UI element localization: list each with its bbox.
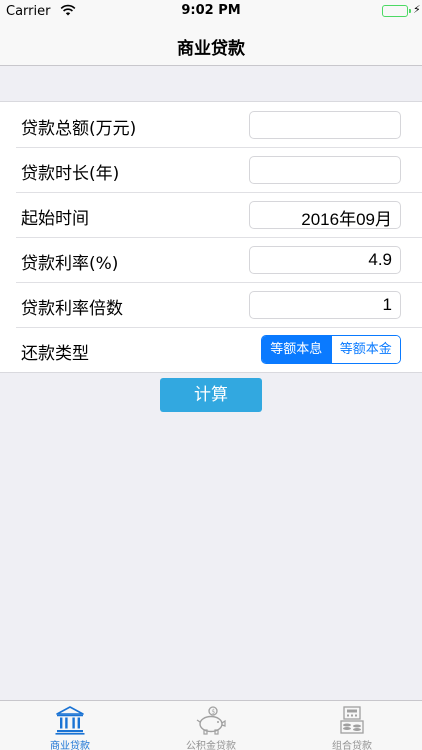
tab-combined-loan[interactable]: 组合贷款 (282, 701, 422, 750)
navigation-bar: 商业贷款 (0, 22, 422, 66)
rate-multiplier-row: 贷款利率倍数 1 (0, 282, 422, 327)
loan-term-input[interactable] (249, 156, 401, 184)
tab-bar: 商业贷款 $ 公积金贷款 组合贷款 (0, 700, 422, 750)
loan-term-label: 贷款时长(年) (21, 164, 120, 184)
repayment-type-label: 还款类型 (21, 344, 89, 364)
tab-label-provident-fund-loan: 公积金贷款 (186, 741, 236, 750)
interest-rate-input[interactable]: 4.9 (249, 246, 401, 274)
calculator-coins-icon (335, 705, 369, 735)
tab-provident-fund-loan[interactable]: $ 公积金贷款 (141, 701, 281, 750)
calculate-button[interactable]: 计算 (160, 378, 262, 412)
svg-text:$: $ (211, 708, 215, 715)
battery-icon: ⚡ (382, 3, 421, 17)
piggy-bank-icon: $ (194, 705, 228, 735)
tab-label-commercial-loan: 商业贷款 (50, 741, 90, 750)
bank-icon (53, 705, 87, 735)
rate-multiplier-label: 贷款利率倍数 (21, 299, 123, 319)
interest-rate-label: 贷款利率(%) (21, 254, 119, 274)
repayment-type-segmented-control: 等额本息 等额本金 (261, 335, 401, 364)
rate-multiplier-input[interactable]: 1 (249, 291, 401, 319)
loan-amount-input[interactable] (249, 111, 401, 139)
status-bar: Carrier 9:02 PM ⚡ (0, 0, 422, 22)
clock-time: 9:02 PM (181, 3, 241, 18)
repayment-type-row: 还款类型 等额本息 等额本金 (0, 327, 422, 372)
start-date-input[interactable]: 2016年09月 (249, 201, 401, 229)
segment-equal-installment[interactable]: 等额本息 (262, 336, 331, 363)
loan-amount-row: 贷款总额(万元) (0, 102, 422, 147)
loan-amount-label: 贷款总额(万元) (21, 119, 137, 139)
interest-rate-row: 贷款利率(%) 4.9 (0, 237, 422, 282)
start-date-row: 起始时间 2016年09月 (0, 192, 422, 237)
page-title: 商业贷款 (177, 39, 245, 59)
start-date-label: 起始时间 (21, 209, 89, 229)
tab-commercial-loan[interactable]: 商业贷款 (0, 701, 140, 750)
loan-term-row: 贷款时长(年) (0, 147, 422, 192)
loan-form: 贷款总额(万元) 贷款时长(年) 起始时间 2016年09月 贷款利率(%) 4… (0, 101, 422, 373)
charging-icon: ⚡ (413, 3, 421, 16)
segment-equal-principal[interactable]: 等额本金 (330, 336, 400, 363)
tab-label-combined-loan: 组合贷款 (332, 741, 372, 750)
